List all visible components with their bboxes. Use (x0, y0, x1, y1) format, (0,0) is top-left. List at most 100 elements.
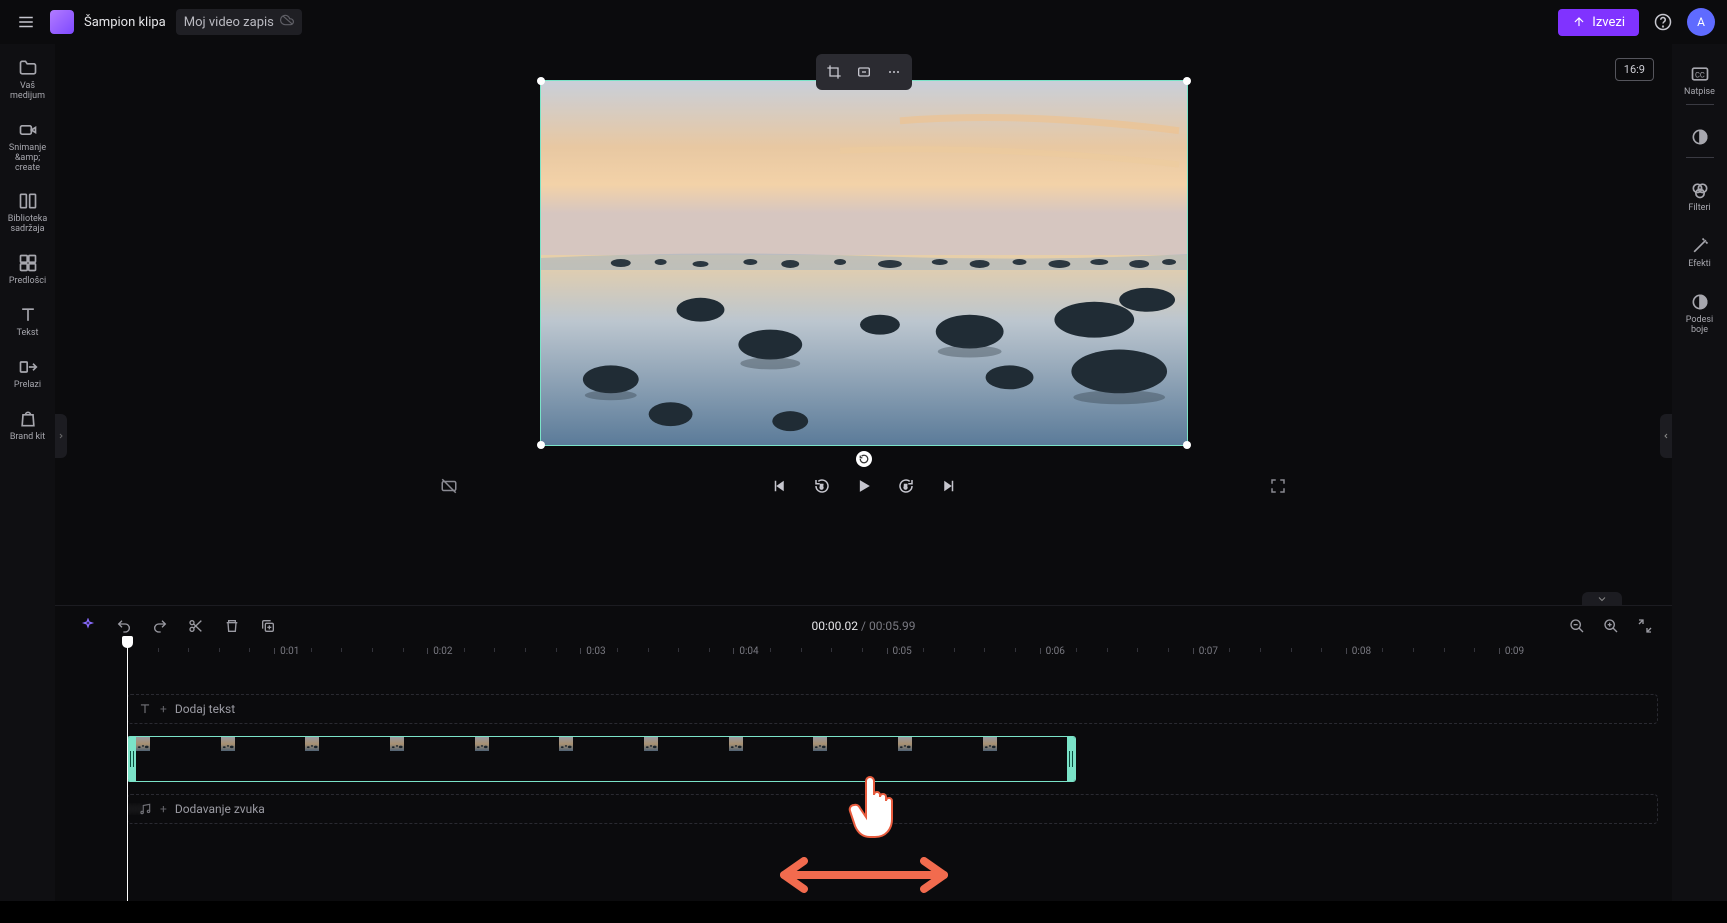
sidebar-item-library[interactable]: Biblioteka sadržaja (0, 185, 55, 243)
sidebar-item-templates[interactable]: Predlošci (0, 247, 55, 295)
timeline-collapse-toggle[interactable] (1582, 592, 1622, 606)
timeline-toolbar: 00:00.02 / 00:05.99 (55, 606, 1672, 646)
filters-icon (1690, 180, 1710, 200)
export-button[interactable]: Izvezi (1558, 9, 1639, 36)
eye-off-icon (440, 477, 458, 495)
plus-icon: + (160, 702, 167, 716)
menu-icon[interactable] (12, 8, 40, 36)
help-icon[interactable] (1649, 8, 1677, 36)
play-button[interactable] (850, 472, 878, 500)
forward5-icon: 5 (897, 477, 915, 495)
ruler-mark: 0:05 (893, 646, 912, 657)
sidebar-item-captions[interactable]: CC Natpise (1672, 56, 1727, 115)
main-area: Vaš medijum Snimanje &amp; create Biblio… (0, 44, 1727, 901)
chevron-left-icon (1662, 432, 1670, 440)
folder-icon (18, 58, 38, 78)
text-track[interactable]: + Dodaj tekst (127, 694, 1658, 724)
center-column: 16:9 (55, 44, 1672, 901)
sidebar-item-record[interactable]: Snimanje &amp; create (0, 114, 55, 182)
audio-track-label: Dodavanje zvuka (175, 802, 265, 816)
prev-frame-button[interactable] (766, 472, 794, 500)
clip-trim-left[interactable] (128, 737, 136, 781)
resize-handle-br[interactable] (1183, 441, 1191, 449)
crop-button[interactable] (820, 58, 848, 86)
sidebar-item-text[interactable]: Tekst (0, 299, 55, 347)
hide-ui-button[interactable] (435, 472, 463, 500)
resize-handle-tr[interactable] (1183, 77, 1191, 85)
sidebar-item-audio[interactable] (1672, 119, 1727, 168)
sidebar-item-transitions[interactable]: Prelazi (0, 351, 55, 399)
sidebar-item-brandkit[interactable]: Brand kit (0, 403, 55, 451)
clip-thumb (390, 737, 475, 781)
trash-icon (224, 618, 240, 634)
text-track-icon (138, 702, 152, 716)
play-icon (854, 476, 874, 496)
playhead[interactable] (127, 642, 128, 901)
timeline-ruler[interactable]: 0:010:020:030:040:050:060:070:080:09 (127, 646, 1658, 672)
bag-icon (18, 409, 38, 429)
sidebar-right: CC Natpise Filteri Efekti Podesi boje (1672, 44, 1727, 901)
redo-button[interactable] (147, 613, 173, 639)
sparkle-icon (80, 618, 96, 634)
rewind5-icon: 5 (813, 477, 831, 495)
waveform-icon (128, 802, 142, 816)
redo-icon (152, 618, 168, 634)
ruler-mark: 0:01 (280, 646, 299, 657)
split-button[interactable] (183, 613, 209, 639)
app-name: Šampion klipa (84, 15, 166, 30)
video-canvas[interactable] (540, 80, 1188, 446)
fullscreen-button[interactable] (1264, 472, 1292, 500)
svg-text:CC: CC (1695, 70, 1705, 79)
cc-icon: CC (1690, 64, 1710, 84)
fit-button[interactable] (850, 58, 878, 86)
more-stage-button[interactable] (880, 58, 908, 86)
forward-button[interactable]: 5 (892, 472, 920, 500)
sidebar-left: Vaš medijum Snimanje &amp; create Biblio… (0, 44, 55, 901)
copy-icon (260, 618, 276, 634)
aspect-ratio-selector[interactable]: 16:9 (1615, 58, 1654, 81)
clip-thumb (898, 737, 983, 781)
timeline-tracks: + Dodaj tekst (127, 672, 1658, 901)
fit-timeline-button[interactable] (1632, 613, 1658, 639)
app-logo-icon (50, 10, 74, 34)
zoom-in-button[interactable] (1598, 613, 1624, 639)
duration-time: 00:05.99 (869, 619, 916, 633)
user-avatar[interactable]: A (1687, 8, 1715, 36)
sidebar-right-expand-toggle[interactable] (1660, 414, 1672, 458)
clip-thumb (136, 737, 221, 781)
stage-toolbar (816, 54, 912, 90)
player-controls: 5 5 (55, 464, 1672, 508)
scissors-icon (188, 618, 204, 634)
wand-icon (1690, 236, 1710, 256)
video-track[interactable] (127, 736, 1658, 782)
zoom-out-button[interactable] (1564, 613, 1590, 639)
project-name-text: Moj video zapis (184, 15, 274, 30)
stage-area: 16:9 (55, 44, 1672, 605)
skip-back-icon (771, 477, 789, 495)
sidebar-item-media[interactable]: Vaš medijum (0, 52, 55, 110)
resize-handle-bl[interactable] (537, 441, 545, 449)
magic-button[interactable] (75, 613, 101, 639)
duplicate-button[interactable] (255, 613, 281, 639)
svg-text:5: 5 (903, 484, 907, 491)
clip-trim-right[interactable] (1067, 737, 1075, 781)
clip-thumb (305, 737, 390, 781)
camera-icon (18, 120, 38, 140)
half-circle-icon (1690, 127, 1710, 147)
rewind-button[interactable]: 5 (808, 472, 836, 500)
sidebar-item-filters[interactable]: Filteri (1672, 172, 1727, 224)
audio-track[interactable]: + Dodavanje zvuka (127, 794, 1658, 824)
delete-button[interactable] (219, 613, 245, 639)
next-frame-button[interactable] (934, 472, 962, 500)
chevron-down-icon (1596, 593, 1608, 605)
plus-icon: + (160, 802, 167, 816)
sidebar-item-effects[interactable]: Efekti (1672, 228, 1727, 280)
ruler-mark: 0:03 (586, 646, 605, 657)
resize-handle-tl[interactable] (537, 77, 545, 85)
dots-icon (886, 64, 902, 80)
sidebar-item-colors[interactable]: Podesi boje (1672, 284, 1727, 346)
timeline-panel: 00:00.02 / 00:05.99 0:010:020:030:04 (55, 605, 1672, 901)
current-time: 00:00.02 (811, 619, 858, 633)
project-name-input[interactable]: Moj video zapis (176, 9, 302, 35)
video-clip[interactable] (127, 736, 1076, 782)
